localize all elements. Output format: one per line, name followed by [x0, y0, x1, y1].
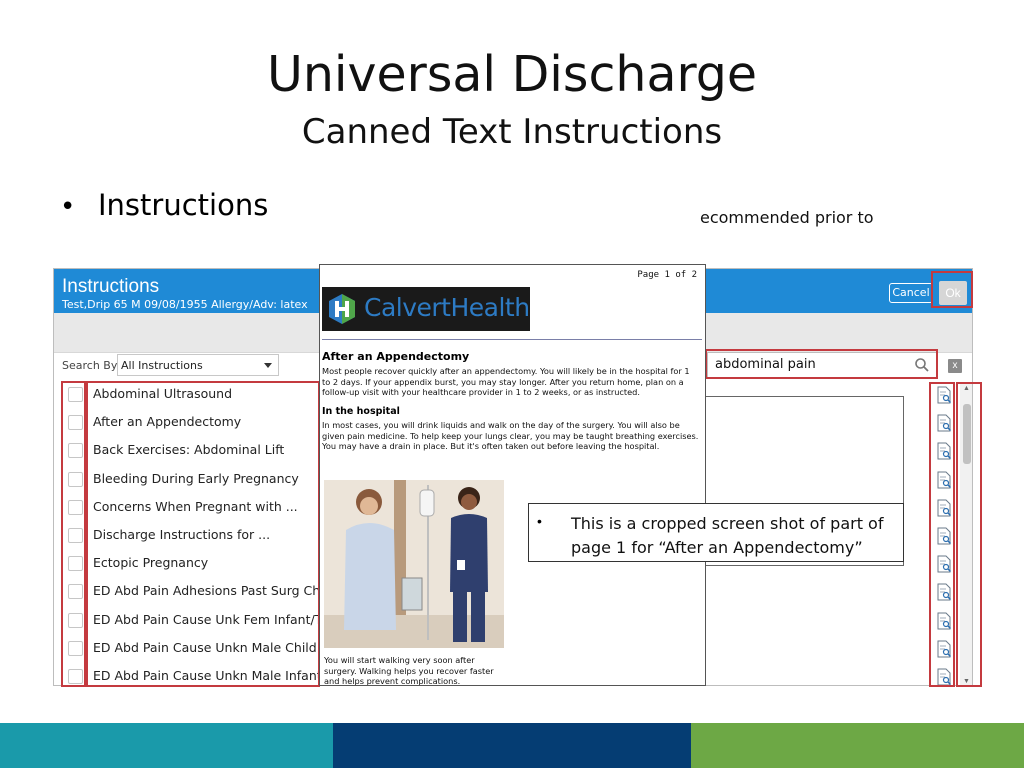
patient-banner: Test,Drip 65 M 09/08/1955 Allergy/Adv: l… — [62, 298, 308, 311]
clear-search-button[interactable]: x — [948, 359, 962, 373]
obscured-text: ecommended prior to — [700, 208, 874, 227]
highlight-scrollbar — [956, 382, 982, 687]
highlight-list — [86, 381, 320, 687]
callout-text: This is a cropped screen shot of part of… — [571, 514, 884, 557]
chevron-down-icon — [264, 363, 272, 368]
footer-bar-navy — [333, 723, 691, 768]
document-paragraph-2: In most cases, you will drink liquids an… — [322, 420, 699, 452]
search-by-select[interactable]: All Instructions — [117, 354, 279, 376]
patient-walking-photo — [324, 480, 504, 648]
callout-bullet: • — [537, 513, 542, 529]
window-title: Instructions — [62, 276, 160, 297]
document-subheading: In the hospital — [322, 406, 400, 417]
search-by-label: Search By — [62, 359, 118, 372]
bullet-text: Instructions — [98, 188, 269, 222]
highlight-checkboxes — [61, 381, 86, 687]
document-paragraph-1: Most people recover quickly after an app… — [322, 366, 690, 398]
highlight-preview-icons — [929, 382, 955, 687]
callout-note: • This is a cropped screen shot of part … — [528, 503, 904, 562]
document-preview: Page 1 of 2 CalvertHealth After an Appen… — [319, 264, 706, 686]
calverthealth-logo: CalvertHealth — [322, 287, 530, 331]
highlight-ok — [931, 271, 973, 308]
slide-title: Universal Discharge — [267, 46, 757, 103]
divider — [322, 339, 702, 340]
slide-bullet: • Instructions — [60, 188, 268, 222]
bullet-dot: • — [60, 192, 76, 222]
logo-text: CalvertHealth — [364, 293, 530, 322]
footer-bar-teal — [0, 723, 333, 768]
search-by-value: All Instructions — [121, 359, 203, 372]
photo-caption: You will start walking very soon after s… — [324, 655, 494, 686]
page-number: Page 1 of 2 — [637, 270, 697, 280]
slide-subtitle: Canned Text Instructions — [301, 112, 723, 152]
photo-illustration — [324, 480, 504, 648]
footer-bar-green — [691, 723, 1024, 768]
hospital-logo-icon — [329, 294, 355, 324]
highlight-search — [705, 349, 938, 379]
cancel-button[interactable]: Cancel — [889, 283, 933, 303]
document-heading: After an Appendectomy — [322, 350, 470, 363]
